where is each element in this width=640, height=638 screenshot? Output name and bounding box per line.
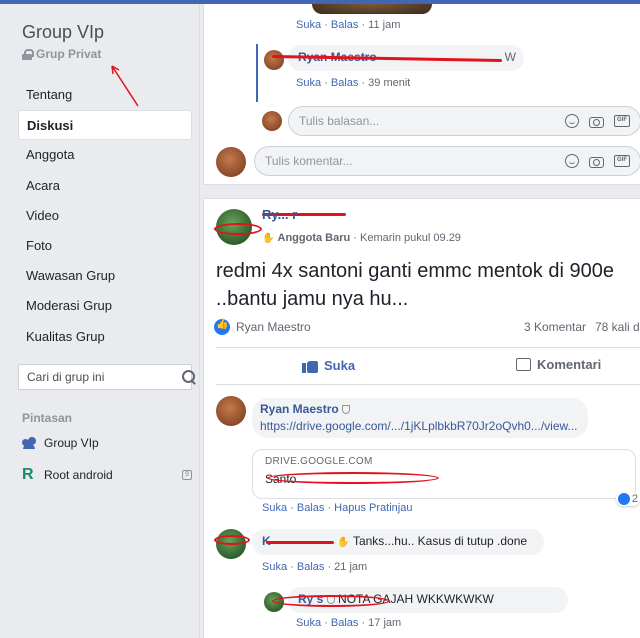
nav-diskusi[interactable]: Diskusi	[18, 110, 192, 141]
previous-post-comments: Suka · Balas · 11 jam Ryan Maestro W Suk…	[203, 4, 640, 185]
lock-icon	[22, 48, 34, 60]
reply-link[interactable]: Balas	[331, 19, 359, 31]
nav-video[interactable]: Video	[18, 201, 192, 231]
gif-icon[interactable]: GIF	[614, 155, 630, 167]
comment-label: Komentari	[537, 357, 602, 372]
privacy-label: Grup Privat	[36, 47, 102, 61]
redaction-mark	[272, 595, 390, 607]
avatar	[216, 147, 246, 177]
wave-icon: ✋	[262, 233, 275, 244]
nav-anggota[interactable]: Anggota	[18, 140, 192, 170]
reaction-count: 2	[631, 493, 638, 505]
reply-time: 39 menit	[368, 77, 411, 89]
reply-thread-line	[256, 44, 258, 102]
comment-link[interactable]: https://drive.google.com/.../1jKLplbkbR7…	[260, 419, 580, 433]
shortcut-badge: 9	[182, 470, 192, 480]
reply-link[interactable]: Balas	[331, 617, 359, 629]
search-icon[interactable]	[182, 370, 195, 384]
reply-link[interactable]: Balas	[331, 77, 359, 89]
group-search	[18, 364, 195, 390]
preview-domain: DRIVE.GOOGLE.COM	[265, 456, 373, 467]
comment-icon	[516, 358, 531, 371]
nav-acara[interactable]: Acara	[18, 171, 192, 201]
comment-time: 21 jam	[334, 561, 368, 573]
post-text: redmi 4x santoni ganti emmc mentok di 90…	[216, 260, 614, 310]
comment-input-box: GIF	[254, 146, 640, 176]
gif-icon[interactable]: GIF	[614, 115, 630, 127]
redaction-mark	[267, 472, 439, 484]
like-link[interactable]: Suka	[296, 77, 321, 89]
comment-image	[312, 4, 432, 14]
shortcuts-heading: Pintasan	[22, 411, 73, 425]
like-link[interactable]: Suka	[296, 617, 321, 629]
comment-input[interactable]	[265, 154, 565, 168]
reply-link[interactable]: Balas	[297, 561, 325, 573]
comments-count[interactable]: 3 Komentar	[524, 320, 586, 334]
group-search-input[interactable]	[19, 370, 182, 384]
nav-foto[interactable]: Foto	[18, 231, 192, 261]
comment-bubble: Ryan Maestro https://drive.google.com/..…	[252, 398, 588, 438]
like-link[interactable]: Suka	[296, 19, 321, 31]
redaction-mark	[214, 535, 250, 545]
group-icon	[22, 437, 36, 449]
emoji-icon[interactable]	[565, 154, 579, 168]
comment-actions: Suka · Balas · Hapus Pratinjau	[262, 502, 413, 514]
comment-author[interactable]: Ryan Maestro	[260, 402, 339, 416]
comment-time: 11 jam	[368, 19, 401, 31]
link-preview[interactable]: DRIVE.GOOGLE.COM Santo	[252, 449, 636, 499]
redaction-mark	[214, 223, 262, 235]
shortcut-group-vip[interactable]: Group VIp	[22, 436, 192, 450]
nav-tentang[interactable]: Tentang	[18, 80, 192, 110]
reply-actions: Suka · Balas · 39 menit	[296, 77, 411, 89]
group-sidebar: Group VIp Grup Privat Tentang Diskusi An…	[0, 4, 200, 638]
nav-wawasan-grup[interactable]: Wawasan Grup	[18, 261, 192, 291]
reply-link[interactable]: Balas	[297, 502, 325, 514]
avatar	[262, 111, 282, 131]
thumbs-up-icon	[302, 357, 318, 373]
like-link[interactable]: Suka	[262, 561, 287, 573]
group-nav: Tentang Diskusi Anggota Acara Video Foto…	[18, 80, 192, 352]
reply-text: W	[504, 50, 516, 64]
comment-actions: Suka · Balas · 11 jam	[296, 19, 401, 31]
like-button[interactable]: Suka	[302, 357, 355, 373]
like-reaction-icon	[617, 493, 630, 505]
shortcut-root-android[interactable]: R Root android 9	[22, 466, 192, 484]
emoji-icon[interactable]	[565, 114, 579, 128]
liked-by[interactable]: Ryan Maestro	[236, 320, 311, 334]
like-link[interactable]: Suka	[262, 502, 287, 514]
avatar[interactable]	[264, 50, 284, 70]
wave-icon: ✋	[337, 537, 350, 548]
like-label: Suka	[324, 357, 356, 373]
member-badge: Anggota Baru	[277, 232, 351, 244]
reply-time: 17 jam	[368, 617, 402, 629]
comment-button[interactable]: Komentari	[516, 357, 601, 372]
shortcut-label: Group VIp	[44, 436, 99, 450]
shortcut-label: Root android	[44, 468, 113, 482]
reaction-count-badge[interactable]: 2	[615, 492, 640, 506]
shares-count[interactable]: 78 kali d	[595, 320, 640, 334]
nav-moderasi-grup[interactable]: Moderasi Grup	[18, 291, 192, 321]
reply-input[interactable]	[299, 114, 565, 128]
group-title[interactable]: Group VIp	[22, 22, 104, 43]
reply-input-box: GIF	[288, 106, 640, 136]
shield-icon	[342, 405, 351, 414]
redaction-mark	[266, 541, 334, 544]
nav-kualitas-grup[interactable]: Kualitas Grup	[18, 322, 192, 352]
remove-preview-link[interactable]: Hapus Pratinjau	[334, 502, 412, 514]
avatar[interactable]	[216, 396, 246, 426]
post-card: Ry... r ✋ Anggota Baru · Kemarin pukul 0…	[203, 198, 640, 638]
r-logo-icon: R	[22, 466, 34, 483]
like-reaction-icon	[214, 319, 230, 335]
post-action-bar: Suka Komentari	[216, 347, 640, 385]
reply-actions: Suka · Balas · 17 jam	[296, 617, 402, 629]
comment-actions: Suka · Balas · 21 jam	[262, 561, 368, 573]
post-meta: ✋ Anggota Baru · Kemarin pukul 09.29	[262, 232, 461, 244]
post-time[interactable]: Kemarin pukul 09.29	[360, 232, 461, 244]
post-author[interactable]: Ry... r	[262, 207, 297, 222]
group-privacy: Grup Privat	[22, 47, 101, 61]
camera-icon[interactable]	[589, 116, 604, 128]
camera-icon[interactable]	[589, 156, 604, 168]
comment-text: Tanks...hu.. Kasus di tutup .done	[352, 534, 528, 548]
post-stats: Ryan Maestro 3 Komentar 78 kali d	[214, 319, 640, 335]
